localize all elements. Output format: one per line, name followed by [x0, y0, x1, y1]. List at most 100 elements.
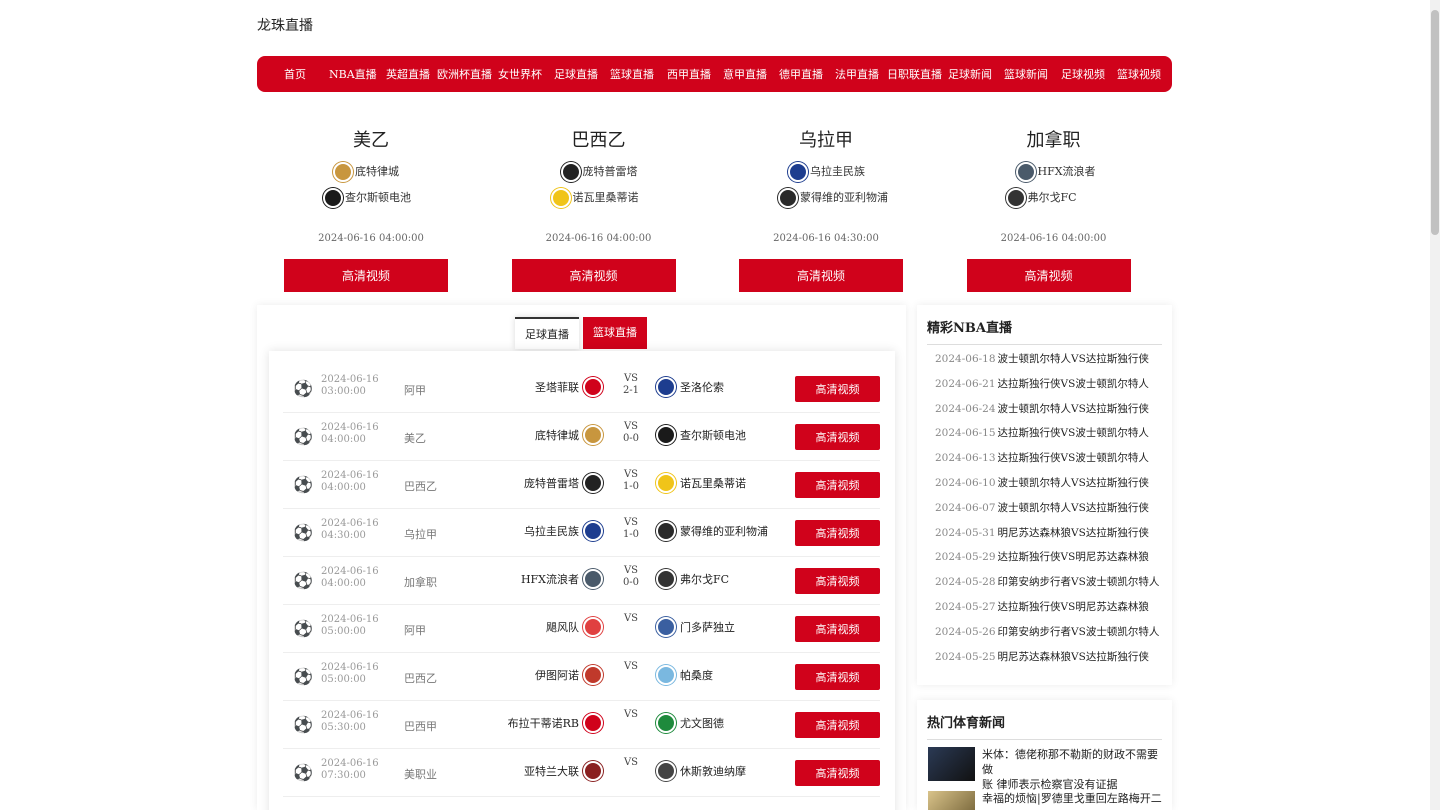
nba-item-date: 2024-06-24 — [935, 402, 996, 415]
nav-link[interactable]: 足球视频 — [1061, 66, 1105, 82]
featured-home[interactable]: 底特律城 — [333, 162, 399, 182]
away-team[interactable]: 休斯敦迪纳摩 — [656, 761, 746, 781]
hd-video-button[interactable]: 高清视频 — [284, 259, 448, 292]
away-team-name: 休斯敦迪纳摩 — [680, 765, 746, 778]
away-team-logo — [656, 521, 676, 541]
nav-link[interactable]: 足球直播 — [554, 66, 598, 82]
featured-home[interactable]: 庞特普雷塔 — [560, 162, 638, 182]
home-team[interactable]: 底特律城 — [535, 425, 603, 445]
home-team[interactable]: 布拉干蒂诺RB — [508, 713, 603, 733]
news-thumbnail[interactable] — [928, 791, 975, 810]
match-datetime: 2024-06-16 04:00:00 — [321, 422, 391, 446]
nav-link[interactable]: 法甲直播 — [835, 66, 879, 82]
away-team[interactable]: 尤文图德 — [656, 713, 724, 733]
nav-link[interactable]: 篮球新闻 — [1004, 66, 1048, 82]
hd-video-button[interactable]: 高清视频 — [795, 712, 880, 738]
nav-link[interactable]: 欧洲杯直播 — [437, 66, 492, 82]
match-league[interactable]: 美职业 — [404, 766, 437, 782]
match-league[interactable]: 巴西甲 — [404, 718, 437, 734]
nav-link[interactable]: 意甲直播 — [723, 66, 767, 82]
nba-list-item[interactable]: 2024-05-26 印第安纳步行者VS波士顿凯尔特人 — [935, 620, 1172, 645]
nba-list-item[interactable]: 2024-05-28 印第安纳步行者VS波士顿凯尔特人 — [935, 570, 1172, 595]
match-league[interactable]: 阿甲 — [404, 382, 426, 398]
featured-away[interactable]: 查尔斯顿电池 — [323, 188, 411, 208]
nba-list-item[interactable]: 2024-05-27 达拉斯独行侠VS明尼苏达森林狼 — [935, 595, 1172, 620]
away-team[interactable]: 弗尔戈FC — [656, 569, 729, 589]
home-team[interactable]: 亚特兰大联 — [524, 761, 603, 781]
nav-link[interactable]: NBA直播 — [329, 66, 377, 82]
news-item[interactable]: 幸福的烦恼|罗德里戈重回左路梅开二 — [928, 791, 1163, 810]
nba-list-item[interactable]: 2024-06-24 波士顿凯尔特人VS达拉斯独行侠 — [935, 397, 1172, 422]
hd-video-button[interactable]: 高清视频 — [795, 520, 880, 546]
nba-list-item[interactable]: 2024-05-25 明尼苏达森林狼VS达拉斯独行侠 — [935, 645, 1172, 670]
match-league[interactable]: 乌拉甲 — [404, 526, 437, 542]
featured-away[interactable]: 弗尔戈FC — [1005, 188, 1077, 208]
page-scrollbar[interactable] — [1430, 0, 1440, 810]
away-team[interactable]: 门多萨独立 — [656, 617, 735, 637]
news-thumbnail[interactable] — [928, 747, 975, 781]
match-league[interactable]: 加拿职 — [404, 574, 437, 590]
soccer-ball-icon: ⚽ — [293, 667, 313, 686]
hd-video-button[interactable]: 高清视频 — [795, 760, 880, 786]
away-team[interactable]: 诺瓦里桑蒂诺 — [656, 473, 746, 493]
nav-link[interactable]: 首页 — [284, 66, 306, 82]
featured-home[interactable]: 乌拉圭民族 — [788, 162, 865, 182]
nav-link[interactable]: 西甲直播 — [667, 66, 711, 82]
home-team[interactable]: 乌拉圭民族 — [524, 521, 603, 541]
tab-football[interactable]: 足球直播 — [515, 317, 579, 349]
hd-video-button[interactable]: 高清视频 — [795, 616, 880, 642]
match-league[interactable]: 巴西乙 — [404, 478, 437, 494]
home-team-name: 底特律城 — [535, 429, 579, 442]
featured-away[interactable]: 蒙得维的亚利物浦 — [778, 188, 888, 208]
featured-away[interactable]: 诺瓦里桑蒂诺 — [550, 188, 639, 208]
nav-link[interactable]: 英超直播 — [386, 66, 430, 82]
nav-link[interactable]: 女世界杯 — [498, 66, 542, 82]
scrollbar-thumb[interactable] — [1431, 10, 1439, 235]
nav-link[interactable]: 德甲直播 — [779, 66, 823, 82]
home-team[interactable]: 圣塔菲联 — [535, 377, 603, 397]
nba-list-item[interactable]: 2024-06-10 波士顿凯尔特人VS达拉斯独行侠 — [935, 471, 1172, 496]
tab-basketball[interactable]: 篮球直播 — [583, 317, 647, 349]
hd-video-button[interactable]: 高清视频 — [795, 376, 880, 402]
home-team[interactable]: 庞特普雷塔 — [524, 473, 603, 493]
away-team[interactable]: 圣洛伦索 — [656, 377, 724, 397]
site-title[interactable]: 龙珠直播 — [257, 15, 313, 35]
soccer-ball-icon: ⚽ — [293, 475, 313, 494]
nba-item-date: 2024-05-29 — [935, 551, 996, 564]
nav-link[interactable]: 足球新闻 — [948, 66, 992, 82]
nba-list-item[interactable]: 2024-06-21 达拉斯独行侠VS波士顿凯尔特人 — [935, 372, 1172, 397]
hd-video-button[interactable]: 高清视频 — [795, 472, 880, 498]
hd-video-button[interactable]: 高清视频 — [966, 259, 1131, 292]
nav-link[interactable]: 日职联直播 — [887, 66, 942, 82]
match-league[interactable]: 巴西乙 — [404, 670, 437, 686]
nav-link[interactable]: 篮球视频 — [1117, 66, 1161, 82]
featured-home[interactable]: HFX流浪者 — [1015, 162, 1096, 182]
away-team-logo — [656, 761, 676, 781]
hd-video-button[interactable]: 高清视频 — [795, 568, 880, 594]
away-team[interactable]: 帕桑度 — [656, 665, 713, 685]
hd-video-button[interactable]: 高清视频 — [511, 259, 676, 292]
hd-video-button[interactable]: 高清视频 — [795, 664, 880, 690]
nba-list-item[interactable]: 2024-05-31 明尼苏达森林狼VS达拉斯独行侠 — [935, 521, 1172, 546]
nba-list-item[interactable]: 2024-06-18 波士顿凯尔特人VS达拉斯独行侠 — [935, 347, 1172, 372]
home-team[interactable]: HFX流浪者 — [521, 569, 603, 589]
match-datetime: 2024-06-16 07:30:00 — [321, 758, 391, 782]
nba-list-item[interactable]: 2024-06-15 达拉斯独行侠VS波士顿凯尔特人 — [935, 421, 1172, 446]
away-team[interactable]: 蒙得维的亚利物浦 — [656, 521, 768, 541]
news-title[interactable]: 米体：德佬称那不勒斯的财政不需要做账 律师表示检察官没有证据 — [982, 747, 1163, 792]
away-team-logo — [656, 665, 676, 685]
match-league[interactable]: 美乙 — [404, 430, 426, 446]
news-item[interactable]: 米体：德佬称那不勒斯的财政不需要做账 律师表示检察官没有证据 — [928, 747, 1163, 791]
home-team[interactable]: 飓风队 — [546, 617, 603, 637]
nba-list-item[interactable]: 2024-06-07 波士顿凯尔特人VS达拉斯独行侠 — [935, 496, 1172, 521]
hd-video-button[interactable]: 高清视频 — [739, 259, 903, 292]
nba-list-item[interactable]: 2024-05-29 达拉斯独行侠VS明尼苏达森林狼 — [935, 545, 1172, 570]
hd-video-button[interactable]: 高清视频 — [795, 424, 880, 450]
nav-link[interactable]: 篮球直播 — [610, 66, 654, 82]
home-team-name: 伊图阿诺 — [535, 669, 579, 682]
news-title[interactable]: 幸福的烦恼|罗德里戈重回左路梅开二 — [982, 791, 1162, 806]
match-league[interactable]: 阿甲 — [404, 622, 426, 638]
away-team[interactable]: 查尔斯顿电池 — [656, 425, 746, 445]
nba-list-item[interactable]: 2024-06-13 达拉斯独行侠VS波士顿凯尔特人 — [935, 446, 1172, 471]
home-team[interactable]: 伊图阿诺 — [535, 665, 603, 685]
